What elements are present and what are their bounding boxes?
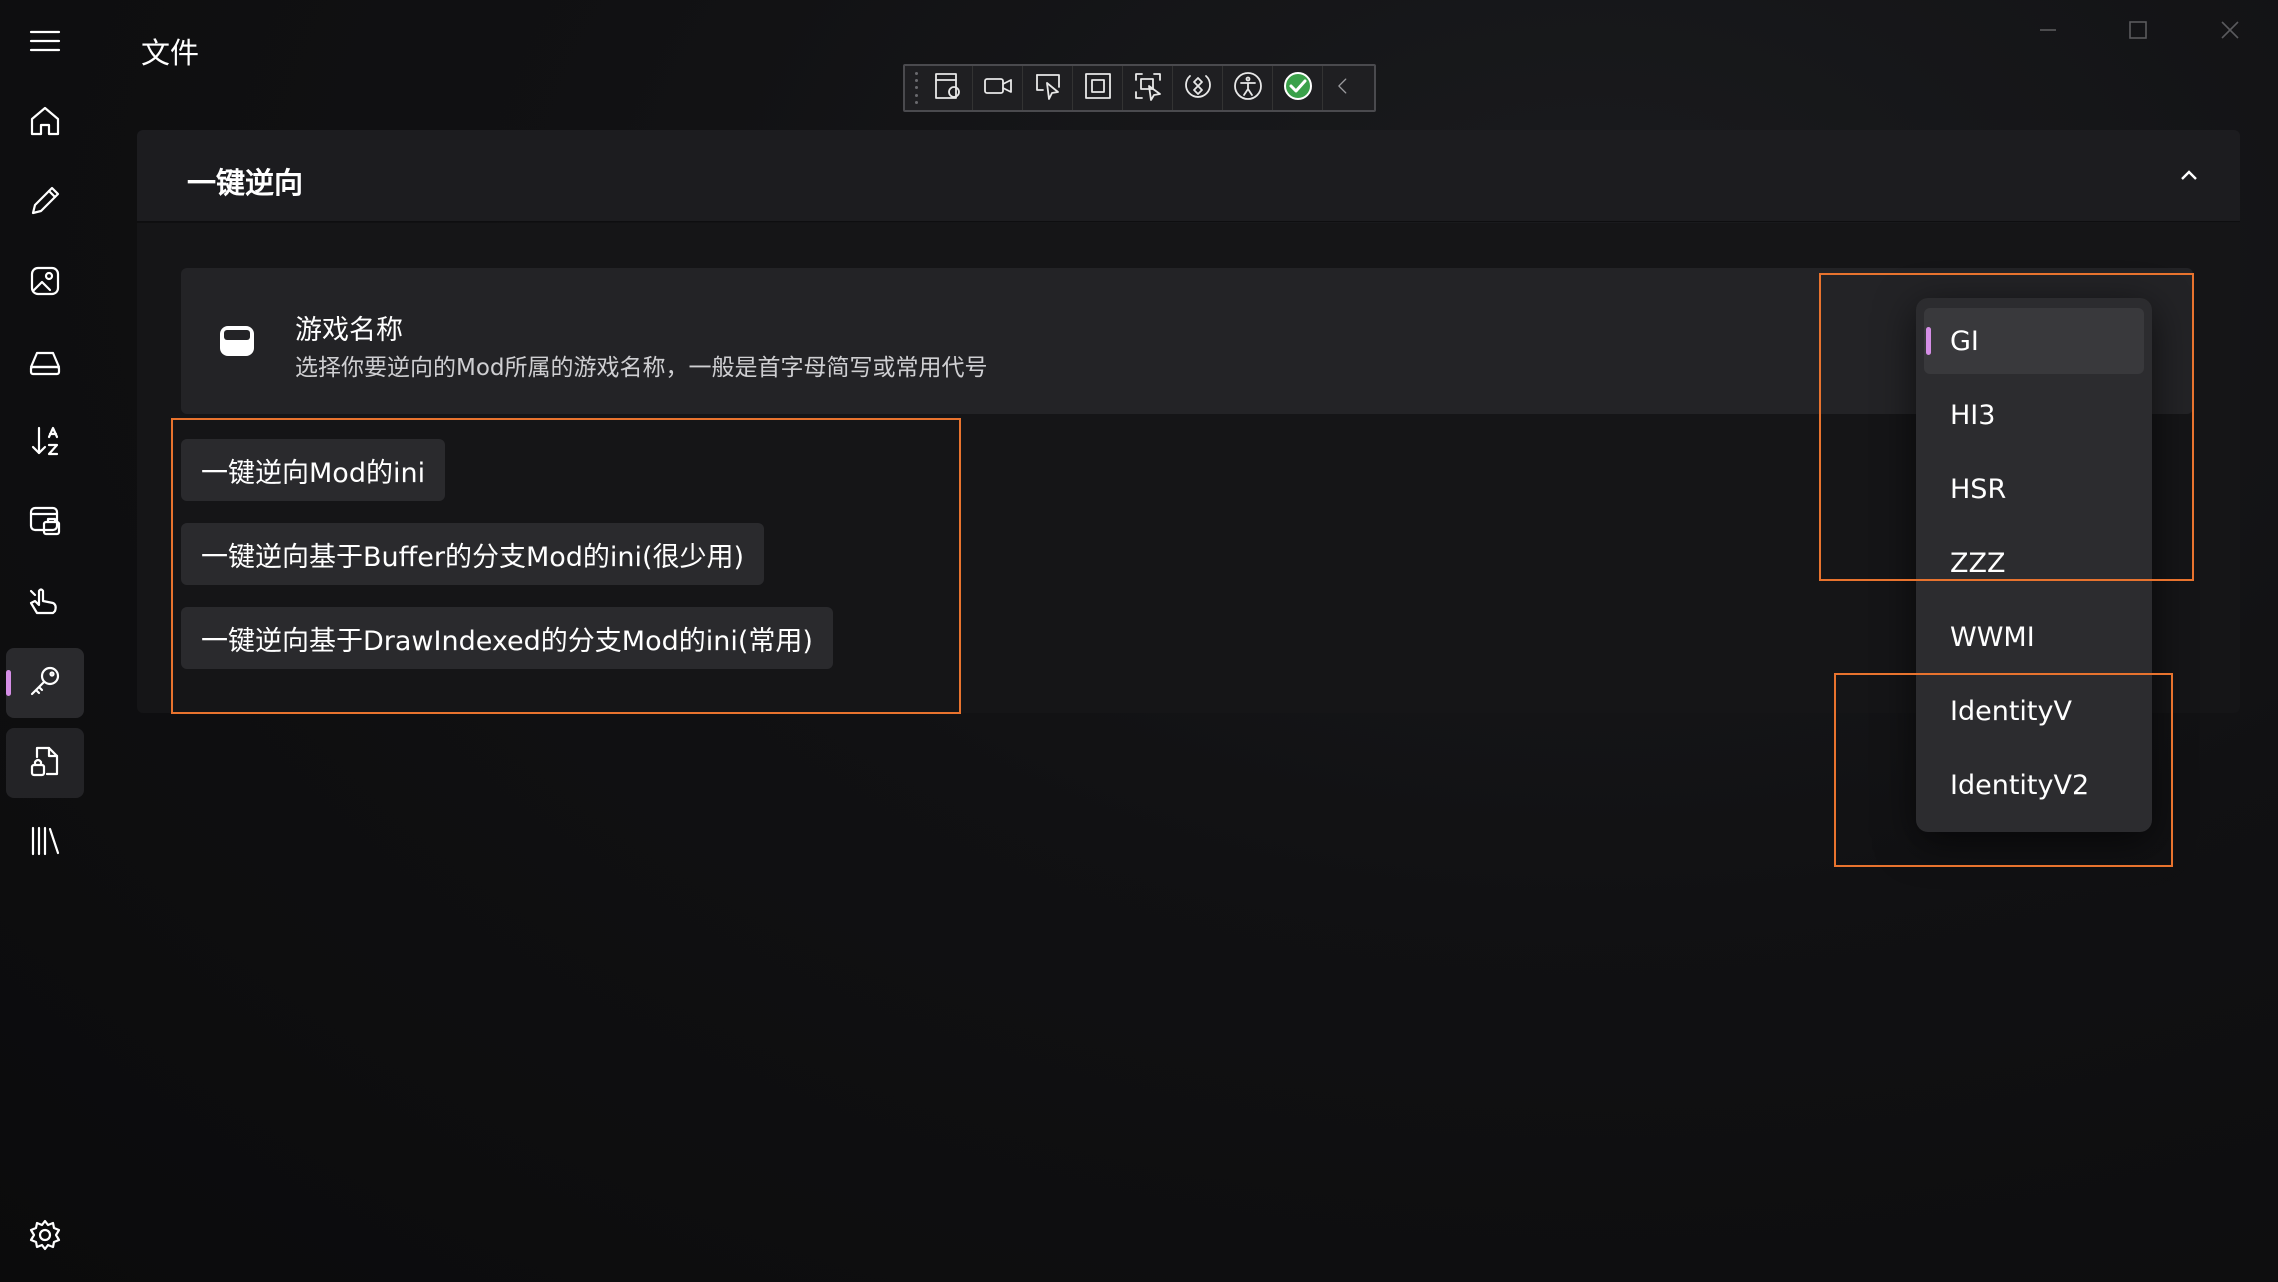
- selection-indicator: [6, 670, 11, 696]
- nav-item-touch[interactable]: [6, 568, 84, 638]
- option-label: WWMI: [1950, 621, 2035, 653]
- document-lock-icon: [27, 743, 63, 783]
- annotation-box-dropdown-top: [1819, 273, 2194, 581]
- hot-reload-button[interactable]: [1173, 66, 1223, 110]
- nav-item-document-lock[interactable]: [6, 728, 84, 798]
- window-briefcase-icon: [27, 503, 63, 543]
- track-focus-button[interactable]: [1123, 66, 1173, 110]
- navigation-sidebar: [0, 0, 88, 1282]
- nav-item-drive[interactable]: [6, 328, 84, 398]
- game-controller-icon: [217, 320, 257, 360]
- select-element-button[interactable]: [1023, 66, 1073, 110]
- hot-reload-icon: [1182, 70, 1214, 106]
- hamburger-menu-icon: [27, 23, 63, 63]
- live-visual-tree-button[interactable]: [923, 66, 973, 110]
- accessibility-icon: [1232, 70, 1264, 106]
- dropdown-option-wwmi[interactable]: WWMI: [1924, 604, 2144, 670]
- display-layout-adorners-icon: [1082, 70, 1114, 106]
- accessibility-button[interactable]: [1223, 66, 1273, 110]
- pencil-icon: [27, 183, 63, 223]
- close-button[interactable]: [2200, 14, 2260, 50]
- hand-pointer-icon: [27, 583, 63, 623]
- annotation-box-actions: [171, 418, 961, 714]
- nav-item-settings[interactable]: [6, 1202, 84, 1272]
- annotation-box-dropdown-bottom: [1834, 673, 2173, 867]
- image-edit-icon: [27, 263, 63, 303]
- expander-title: 一键逆向: [187, 166, 304, 200]
- debug-toolbar: [903, 64, 1376, 112]
- minimize-icon: [2037, 19, 2059, 45]
- nav-item-home[interactable]: [6, 88, 84, 158]
- drive-icon: [27, 343, 63, 383]
- collapse-icon: [1332, 75, 1354, 101]
- expander-header[interactable]: 一键逆向: [137, 130, 2240, 222]
- settings-gear-icon: [27, 1217, 63, 1257]
- collapse-toolbar-button[interactable]: [1323, 66, 1363, 110]
- display-adorners-button[interactable]: [1073, 66, 1123, 110]
- record-button[interactable]: [973, 66, 1023, 110]
- nav-item-library[interactable]: [6, 808, 84, 878]
- minimize-button[interactable]: [2018, 14, 2078, 50]
- close-icon: [2219, 19, 2241, 45]
- library-icon: [27, 823, 63, 863]
- chevron-up-icon[interactable]: [2174, 160, 2204, 190]
- nav-item-sort[interactable]: [6, 408, 84, 478]
- nav-item-window-briefcase[interactable]: [6, 488, 84, 558]
- binding-status-button[interactable]: [1273, 66, 1323, 110]
- binding-ok-icon: [1282, 70, 1314, 106]
- nav-item-edit[interactable]: [6, 168, 84, 238]
- setting-title: 游戏名称: [295, 315, 403, 346]
- nav-item-key[interactable]: [6, 648, 84, 718]
- nav-item-image[interactable]: [6, 248, 84, 318]
- track-focus-icon: [1132, 70, 1164, 106]
- toolbar-grip[interactable]: [909, 70, 923, 106]
- home-icon: [27, 103, 63, 143]
- live-visual-tree-icon: [932, 70, 964, 106]
- maximize-icon: [2127, 19, 2149, 45]
- record-icon: [982, 70, 1014, 106]
- setting-description: 选择你要逆向的Mod所属的游戏名称，一般是首字母简写或常用代号: [295, 355, 988, 381]
- hamburger-menu-button[interactable]: [6, 8, 84, 78]
- app-title: 文件: [141, 36, 200, 70]
- app-window: 文件 一键逆向 游戏名称 选择你要逆向的Mod所属的游戏名称，一般是首字母简写或…: [0, 0, 2278, 1282]
- select-element-icon: [1032, 70, 1064, 106]
- sort-icon: [27, 423, 63, 463]
- key-icon: [27, 663, 63, 703]
- maximize-button[interactable]: [2108, 14, 2168, 50]
